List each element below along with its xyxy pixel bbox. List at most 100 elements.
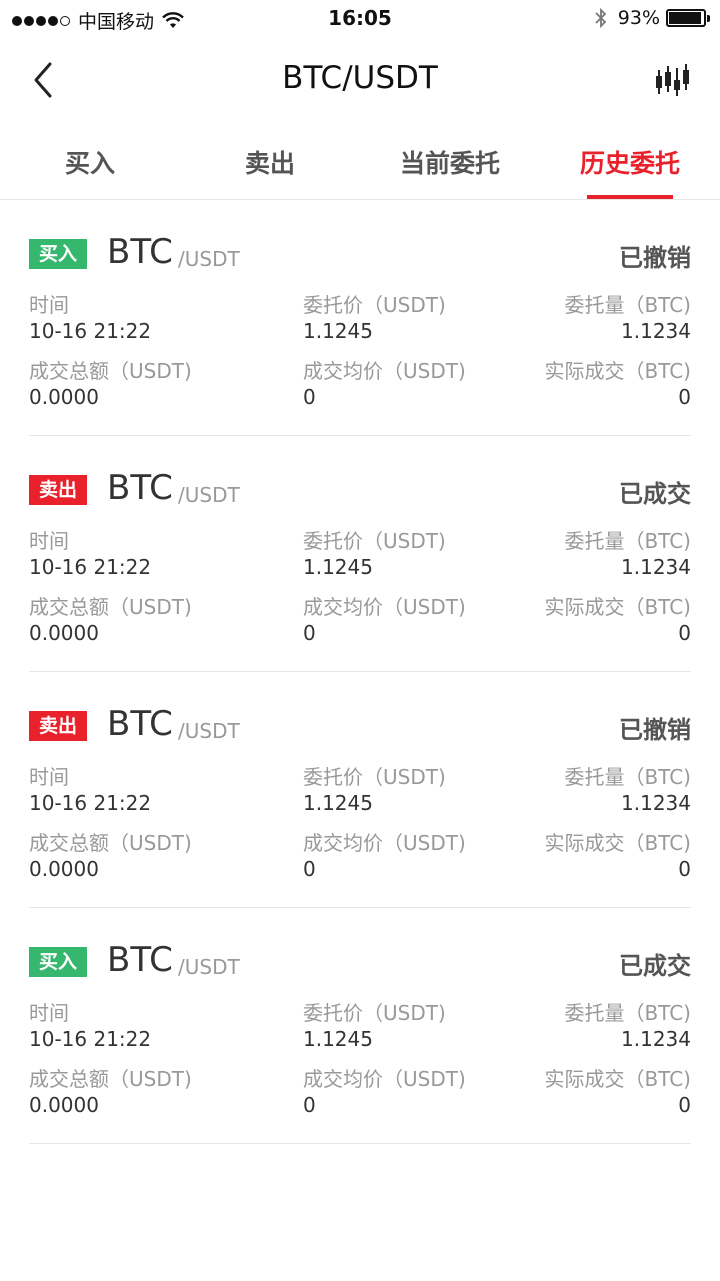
tab-sell[interactable]: 卖出 bbox=[180, 124, 360, 199]
value-row: 10-16 21:22 1.1245 1.1234 bbox=[29, 1027, 691, 1057]
price-value: 1.1245 bbox=[303, 791, 373, 815]
avg-price-value: 0 bbox=[303, 385, 316, 409]
order-header: 卖出 BTC /USDT 已撤销 bbox=[29, 704, 691, 750]
avg-price-label: 成交均价（USDT) bbox=[303, 831, 466, 855]
avg-price-value: 0 bbox=[303, 1093, 316, 1117]
filled-value: 0 bbox=[678, 385, 691, 409]
amount-label: 委托量（BTC) bbox=[564, 529, 691, 553]
time-label: 时间 bbox=[29, 1001, 69, 1025]
label-row: 时间 委托价（USDT) 委托量（BTC) bbox=[29, 997, 691, 1027]
battery-percent: 93% bbox=[617, 7, 660, 29]
order-item[interactable]: 卖出 BTC /USDT 已撤销 时间 委托价（USDT) 委托量（BTC) 1… bbox=[29, 672, 691, 908]
label-row: 时间 委托价（USDT) 委托量（BTC) bbox=[29, 525, 691, 555]
order-item[interactable]: 买入 BTC /USDT 已成交 时间 委托价（USDT) 委托量（BTC) 1… bbox=[29, 908, 691, 1144]
amount-value: 1.1234 bbox=[621, 555, 691, 579]
time-label: 时间 bbox=[29, 765, 69, 789]
filled-label: 实际成交（BTC) bbox=[544, 595, 691, 619]
label-row: 成交总额（USDT) 成交均价（USDT) 实际成交（BTC) bbox=[29, 1063, 691, 1093]
nav-bar: BTC/USDT bbox=[0, 40, 720, 124]
amount-value: 1.1234 bbox=[621, 791, 691, 815]
order-list: 买入 BTC /USDT 已撤销 时间 委托价（USDT) 委托量（BTC) 1… bbox=[0, 200, 720, 1144]
amount-label: 委托量（BTC) bbox=[564, 765, 691, 789]
label-row: 成交总额（USDT) 成交均价（USDT) 实际成交（BTC) bbox=[29, 827, 691, 857]
amount-value: 1.1234 bbox=[621, 319, 691, 343]
filled-value: 0 bbox=[678, 1093, 691, 1117]
label-row: 时间 委托价（USDT) 委托量（BTC) bbox=[29, 289, 691, 319]
order-status: 已成交 bbox=[619, 480, 691, 508]
time-value: 10-16 21:22 bbox=[29, 555, 152, 579]
pair-quote: /USDT bbox=[178, 719, 240, 743]
amount-value: 1.1234 bbox=[621, 1027, 691, 1051]
order-header: 卖出 BTC /USDT 已成交 bbox=[29, 468, 691, 514]
order-item[interactable]: 买入 BTC /USDT 已撤销 时间 委托价（USDT) 委托量（BTC) 1… bbox=[29, 200, 691, 436]
avg-price-label: 成交均价（USDT) bbox=[303, 1067, 466, 1091]
side-badge: 卖出 bbox=[29, 711, 87, 741]
filled-label: 实际成交（BTC) bbox=[544, 831, 691, 855]
pair-base: BTC bbox=[107, 232, 173, 272]
time-value: 10-16 21:22 bbox=[29, 319, 152, 343]
order-status: 已撤销 bbox=[619, 244, 691, 272]
time-label: 时间 bbox=[29, 529, 69, 553]
price-value: 1.1245 bbox=[303, 319, 373, 343]
kline-chart-icon[interactable] bbox=[654, 62, 692, 100]
value-row: 0.0000 0 0 bbox=[29, 857, 691, 887]
page-title: BTC/USDT bbox=[282, 60, 438, 96]
total-label: 成交总额（USDT) bbox=[29, 595, 192, 619]
time-label: 时间 bbox=[29, 293, 69, 317]
order-status: 已撤销 bbox=[619, 716, 691, 744]
order-header: 买入 BTC /USDT 已撤销 bbox=[29, 232, 691, 278]
pair-base: BTC bbox=[107, 704, 173, 744]
bluetooth-icon bbox=[595, 7, 607, 29]
price-value: 1.1245 bbox=[303, 555, 373, 579]
status-bar: 中国移动 16:05 93% bbox=[0, 0, 720, 40]
total-value: 0.0000 bbox=[29, 857, 99, 881]
price-label: 委托价（USDT) bbox=[303, 765, 446, 789]
total-label: 成交总额（USDT) bbox=[29, 1067, 192, 1091]
avg-price-value: 0 bbox=[303, 857, 316, 881]
tab-bar: 买入 卖出 当前委托 历史委托 bbox=[0, 124, 720, 200]
avg-price-label: 成交均价（USDT) bbox=[303, 359, 466, 383]
label-row: 成交总额（USDT) 成交均价（USDT) 实际成交（BTC) bbox=[29, 355, 691, 385]
value-row: 10-16 21:22 1.1245 1.1234 bbox=[29, 319, 691, 349]
amount-label: 委托量（BTC) bbox=[564, 293, 691, 317]
side-badge: 卖出 bbox=[29, 475, 87, 505]
pair-quote: /USDT bbox=[178, 483, 240, 507]
battery-icon bbox=[666, 9, 710, 27]
price-label: 委托价（USDT) bbox=[303, 529, 446, 553]
pair-quote: /USDT bbox=[178, 955, 240, 979]
total-value: 0.0000 bbox=[29, 1093, 99, 1117]
tab-buy[interactable]: 买入 bbox=[0, 124, 180, 199]
avg-price-label: 成交均价（USDT) bbox=[303, 595, 466, 619]
active-tab-indicator bbox=[587, 195, 673, 199]
value-row: 10-16 21:22 1.1245 1.1234 bbox=[29, 791, 691, 821]
avg-price-value: 0 bbox=[303, 621, 316, 645]
total-value: 0.0000 bbox=[29, 621, 99, 645]
amount-label: 委托量（BTC) bbox=[564, 1001, 691, 1025]
time-value: 10-16 21:22 bbox=[29, 791, 152, 815]
price-label: 委托价（USDT) bbox=[303, 1001, 446, 1025]
value-row: 0.0000 0 0 bbox=[29, 385, 691, 415]
tab-order-history[interactable]: 历史委托 bbox=[540, 124, 720, 199]
order-status: 已成交 bbox=[619, 952, 691, 980]
filled-value: 0 bbox=[678, 857, 691, 881]
filled-label: 实际成交（BTC) bbox=[544, 359, 691, 383]
label-row: 成交总额（USDT) 成交均价（USDT) 实际成交（BTC) bbox=[29, 591, 691, 621]
side-badge: 买入 bbox=[29, 947, 87, 977]
value-row: 10-16 21:22 1.1245 1.1234 bbox=[29, 555, 691, 585]
status-bar-right: 93% bbox=[594, 7, 710, 29]
time-value: 10-16 21:22 bbox=[29, 1027, 152, 1051]
label-row: 时间 委托价（USDT) 委托量（BTC) bbox=[29, 761, 691, 791]
price-value: 1.1245 bbox=[303, 1027, 373, 1051]
tab-current-orders[interactable]: 当前委托 bbox=[360, 124, 540, 199]
order-item[interactable]: 卖出 BTC /USDT 已成交 时间 委托价（USDT) 委托量（BTC) 1… bbox=[29, 436, 691, 672]
pair-base: BTC bbox=[107, 940, 173, 980]
pair-base: BTC bbox=[107, 468, 173, 508]
filled-value: 0 bbox=[678, 621, 691, 645]
pair-quote: /USDT bbox=[178, 247, 240, 271]
side-badge: 买入 bbox=[29, 239, 87, 269]
value-row: 0.0000 0 0 bbox=[29, 621, 691, 651]
total-label: 成交总额（USDT) bbox=[29, 359, 192, 383]
price-label: 委托价（USDT) bbox=[303, 293, 446, 317]
order-header: 买入 BTC /USDT 已成交 bbox=[29, 940, 691, 986]
value-row: 0.0000 0 0 bbox=[29, 1093, 691, 1123]
